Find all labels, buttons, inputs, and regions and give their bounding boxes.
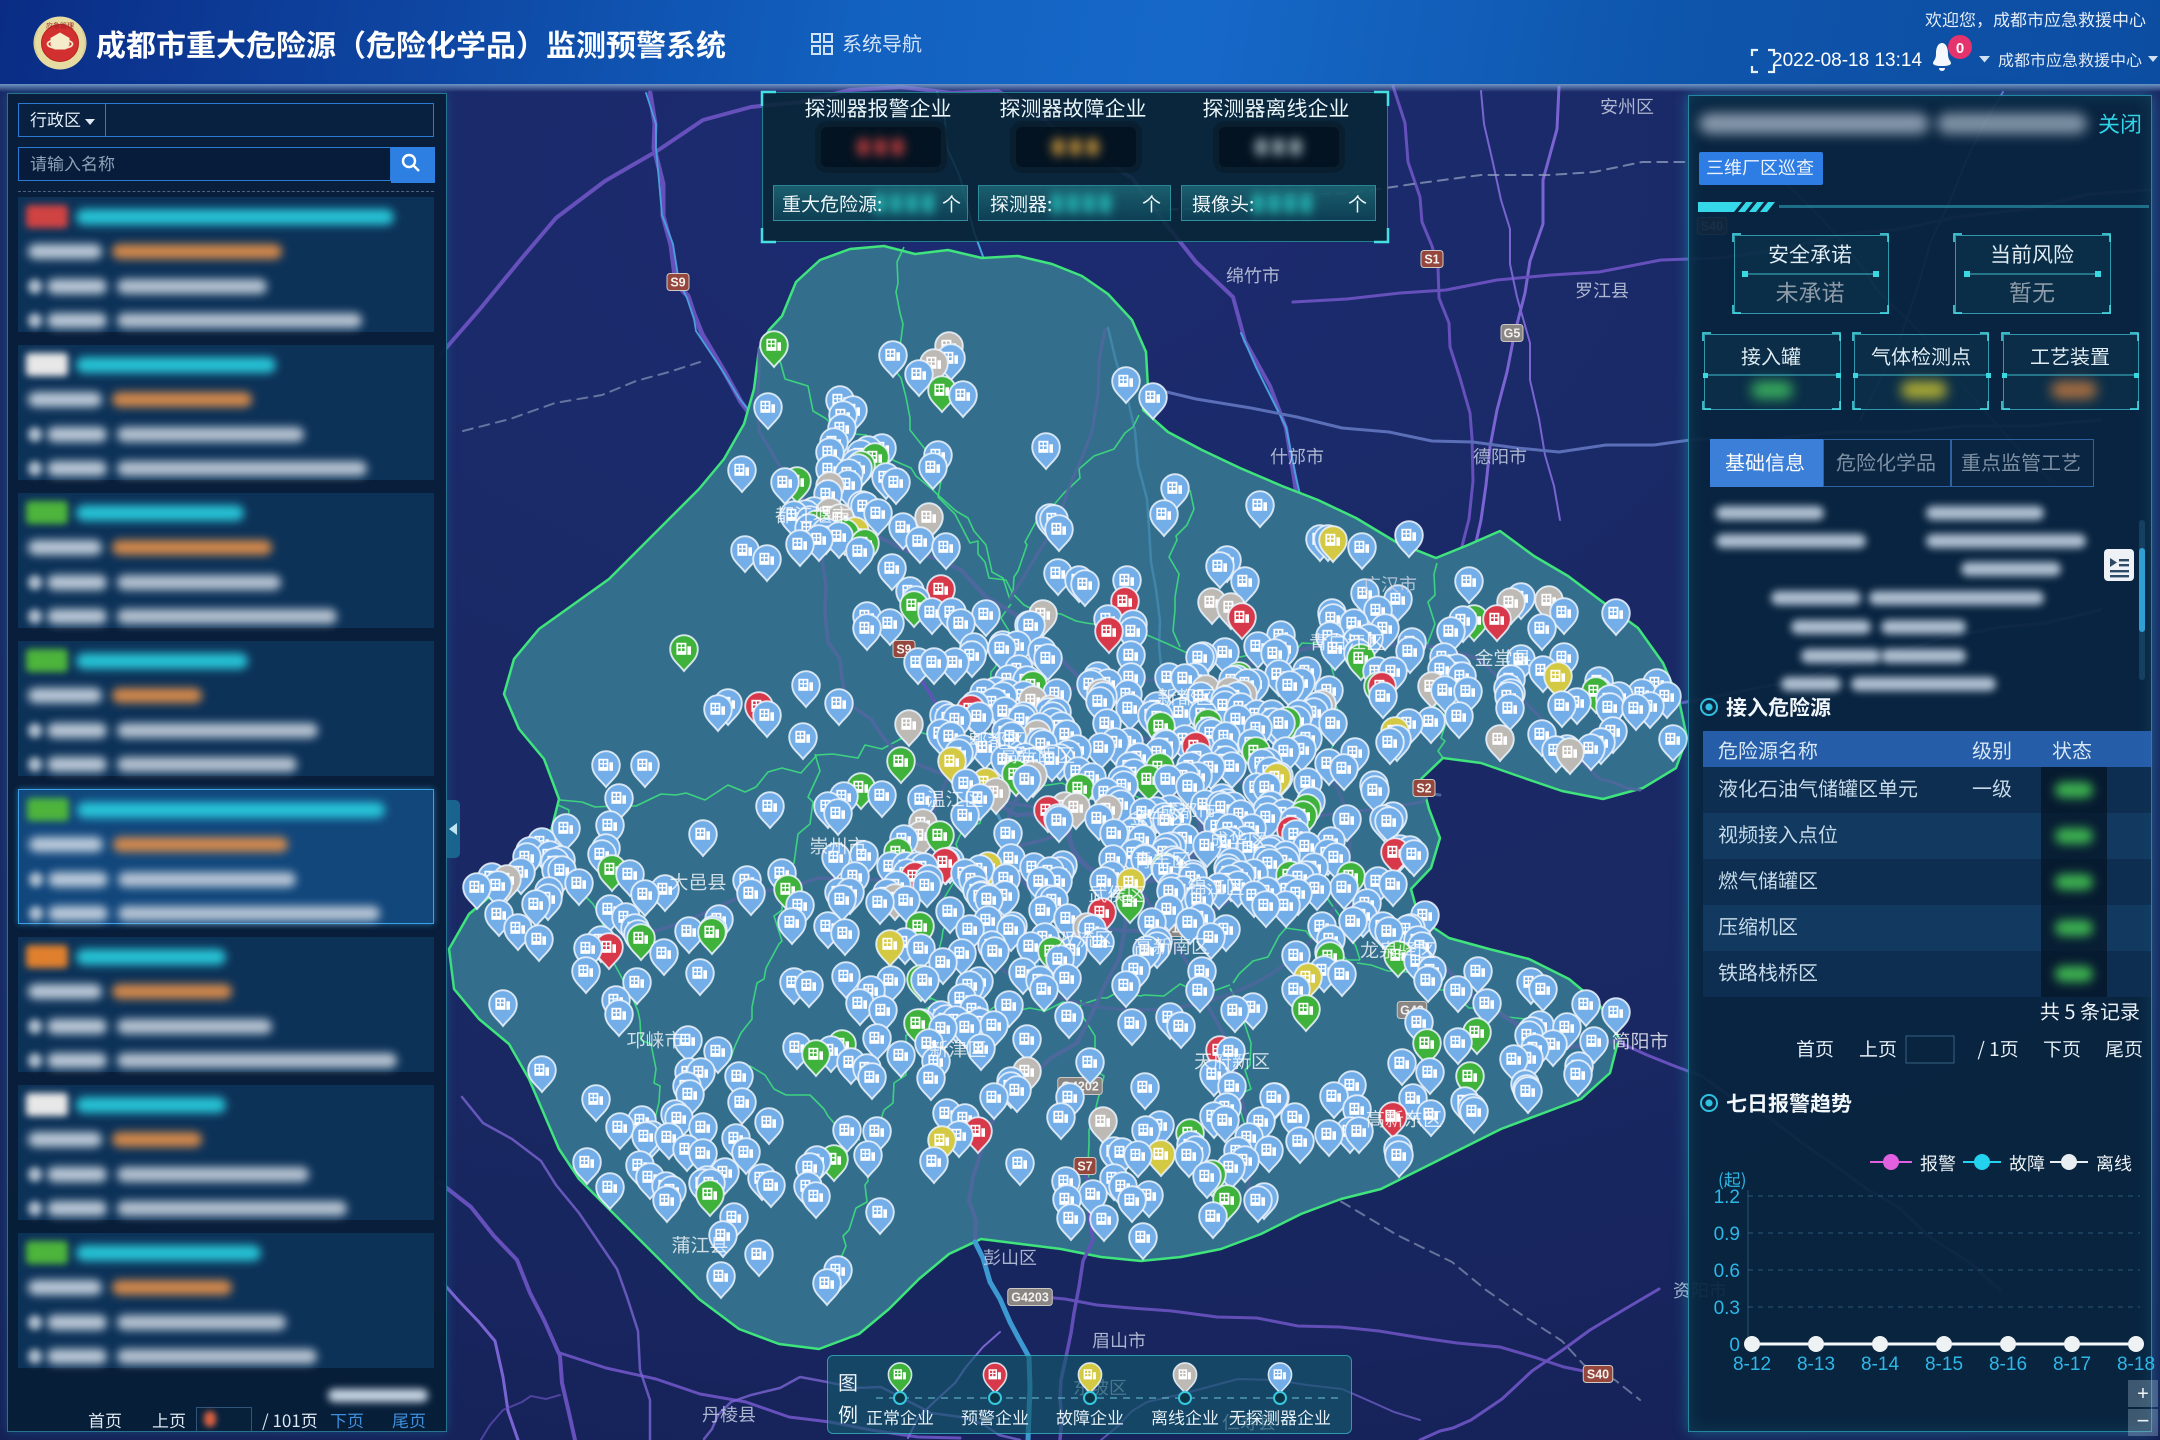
svg-text:S9: S9 — [670, 276, 685, 290]
svg-text:S1: S1 — [1424, 253, 1439, 267]
svg-text:S7: S7 — [1077, 1160, 1092, 1174]
svg-text:S2: S2 — [1416, 782, 1431, 796]
svg-text:G4203: G4203 — [1011, 1291, 1049, 1305]
svg-text:S40: S40 — [1587, 1368, 1609, 1382]
svg-text:G5: G5 — [1504, 327, 1521, 341]
